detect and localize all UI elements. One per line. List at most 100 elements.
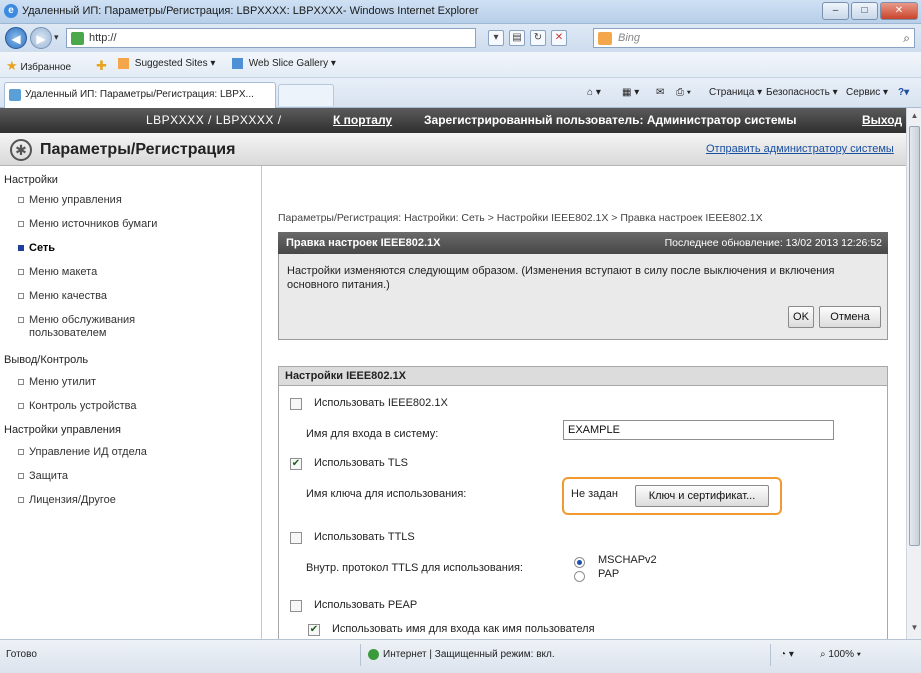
settings-gear-icon: ✱ — [10, 139, 32, 161]
forward-button[interactable]: ▶ — [30, 27, 52, 49]
add-favorite-icon[interactable]: ✚ — [96, 58, 107, 74]
use-login-as-user-checkbox[interactable]: ✔ — [308, 624, 320, 636]
suggested-sites-link[interactable]: Suggested Sites ▾ — [118, 58, 215, 69]
refresh-icon[interactable]: ↻ — [530, 30, 546, 46]
favorites-bar: ★ Избранное ✚ Suggested Sites ▾ Web Slic… — [0, 52, 921, 78]
use-peap-label: Использовать PEAP — [314, 599, 418, 611]
send-to-admin-link[interactable]: Отправить администратору системы — [706, 143, 894, 155]
bullet-icon — [18, 317, 24, 324]
suggested-sites-label: Suggested Sites ▾ — [134, 58, 216, 70]
sidebar-item-device-control[interactable]: Контроль устройства — [18, 400, 137, 412]
sidebar-section-output-control: Вывод/Контроль — [4, 354, 89, 366]
key-certificate-button[interactable]: Ключ и сертификат... — [635, 485, 769, 507]
bullet-icon — [18, 293, 24, 300]
safety-menu[interactable]: Безопасность ▾ — [766, 87, 838, 98]
page-menu[interactable]: Страница ▾ — [709, 87, 762, 98]
zoom-level[interactable]: ⌕ 100% ▾ — [820, 649, 861, 660]
compatibility-view-icon[interactable]: ▤ — [509, 30, 525, 46]
tools-menu[interactable]: Сервис ▾ — [846, 87, 888, 98]
scroll-down-icon[interactable]: ▼ — [909, 623, 920, 635]
use-ieee8021x-label: Использовать IEEE802.1X — [314, 397, 448, 409]
portal-link[interactable]: К порталу — [333, 113, 392, 127]
status-bar: Готово Интернет | Защищенный режим: вкл.… — [0, 639, 921, 673]
sidebar-item-label: Меню управления — [29, 194, 122, 206]
sidebar-item-control-menu[interactable]: Меню управления — [18, 194, 122, 206]
use-peap-checkbox[interactable] — [290, 600, 302, 612]
edit-settings-header: Правка настроек IEEE802.1X Последнее обн… — [278, 232, 888, 254]
status-ready: Готово — [6, 649, 37, 660]
use-ieee8021x-checkbox[interactable] — [290, 398, 302, 410]
bullet-icon — [18, 269, 24, 276]
bullet-icon — [18, 197, 24, 204]
bullet-icon — [18, 497, 24, 504]
minimize-button[interactable]: – — [822, 2, 849, 20]
sidebar-item-department-id[interactable]: Управление ИД отдела — [18, 446, 147, 458]
tab-active[interactable]: Удаленный ИП: Параметры/Регистрация: LBP… — [4, 82, 276, 108]
search-field[interactable]: Bing ⌕ — [593, 28, 915, 48]
popup-blocker-icon[interactable]: ◔ ▾ — [780, 649, 794, 660]
use-tls-checkbox[interactable]: ✔ — [290, 458, 302, 470]
print-icon[interactable]: ⎙ ▾ — [676, 87, 691, 98]
breadcrumb: Параметры/Регистрация: Настройки: Сеть >… — [278, 212, 763, 224]
use-ttls-checkbox[interactable] — [290, 532, 302, 544]
history-dropdown-icon[interactable]: ▾ — [54, 32, 59, 43]
key-name-label: Имя ключа для использования: — [306, 488, 467, 500]
login-name-input[interactable]: EXAMPLE — [563, 420, 834, 440]
scroll-up-icon[interactable]: ▲ — [909, 111, 920, 123]
maximize-button[interactable]: □ — [851, 2, 878, 20]
page-favicon-icon — [71, 32, 84, 45]
search-icon[interactable]: ⌕ — [903, 31, 910, 46]
device-model: LBPXXXX / LBPXXXX / — [146, 113, 282, 127]
status-divider — [770, 644, 771, 666]
suggested-sites-icon — [118, 58, 129, 69]
help-icon[interactable]: ?▾ — [898, 87, 909, 98]
globe-icon — [368, 649, 379, 660]
sidebar-item-label: Меню качества — [29, 290, 107, 302]
scroll-thumb[interactable] — [909, 126, 920, 546]
sidebar-item-label: Меню обслуживания — [29, 314, 136, 326]
feeds-icon[interactable]: ▦ ▾ — [622, 87, 639, 98]
mail-icon[interactable]: ✉ — [656, 87, 664, 98]
sidebar-item-layout-menu[interactable]: Меню макета — [18, 266, 97, 278]
sidebar-item-network[interactable]: Сеть — [18, 242, 55, 254]
back-button[interactable]: ◀ — [5, 27, 27, 49]
sidebar-item-quality-menu[interactable]: Меню качества — [18, 290, 107, 302]
web-slice-icon — [232, 58, 243, 69]
ttls-mschapv2-radio[interactable] — [574, 557, 585, 568]
use-ttls-label: Использовать TTLS — [314, 531, 415, 543]
tab-row: Удаленный ИП: Параметры/Регистрация: LBP… — [0, 78, 921, 108]
sidebar-item-security[interactable]: Защита — [18, 470, 68, 482]
address-field[interactable]: http:// — [66, 28, 476, 48]
home-icon[interactable]: ⌂ ▾ — [587, 87, 601, 98]
sidebar-item-utility-menu[interactable]: Меню утилит — [18, 376, 96, 388]
favorites-star-icon: ★ — [6, 58, 18, 73]
tab-label: Удаленный ИП: Параметры/Регистрация: LBP… — [25, 89, 254, 100]
main-content: Параметры/Регистрация: Настройки: Сеть >… — [263, 166, 906, 639]
key-name-value: Не задан — [571, 488, 618, 500]
address-dropdown-icon[interactable]: ▾ — [488, 30, 504, 46]
ok-button[interactable]: OK — [788, 306, 814, 328]
tab-favicon-icon — [9, 89, 21, 101]
bing-icon — [598, 32, 612, 45]
ttls-pap-radio[interactable] — [574, 571, 585, 582]
logout-link[interactable]: Выход — [862, 113, 902, 127]
new-tab-button[interactable] — [278, 84, 334, 106]
sidebar-item-license-other[interactable]: Лицензия/Другое — [18, 494, 116, 506]
security-zone[interactable]: Интернет | Защищенный режим: вкл. — [368, 649, 555, 660]
web-slice-label: Web Slice Gallery ▾ — [248, 58, 336, 70]
bullet-icon — [18, 245, 24, 252]
sidebar-item-user-maintenance-menu[interactable]: Меню обслуживания пользователем — [18, 314, 135, 340]
sidebar-item-label: Лицензия/Другое — [29, 494, 116, 506]
sidebar-item-paper-source-menu[interactable]: Меню источников бумаги — [18, 218, 157, 230]
sidebar-item-label: Меню источников бумаги — [29, 218, 158, 230]
stop-icon[interactable]: ✕ — [551, 30, 567, 46]
cancel-button[interactable]: Отмена — [819, 306, 881, 328]
close-button[interactable]: ✕ — [880, 2, 918, 20]
web-slice-gallery-link[interactable]: Web Slice Gallery ▾ — [232, 58, 336, 69]
use-login-as-user-label: Использовать имя для входа как имя польз… — [332, 623, 595, 635]
favorites-button[interactable]: ★ Избранное — [6, 58, 71, 74]
page-title-bar: ✱ Параметры/Регистрация Отправить админи… — [0, 133, 914, 166]
sidebar-item-label: Контроль устройства — [29, 400, 137, 412]
sidebar-item-label: Меню утилит — [29, 376, 97, 388]
vertical-scrollbar[interactable]: ▲ ▼ — [906, 108, 921, 639]
